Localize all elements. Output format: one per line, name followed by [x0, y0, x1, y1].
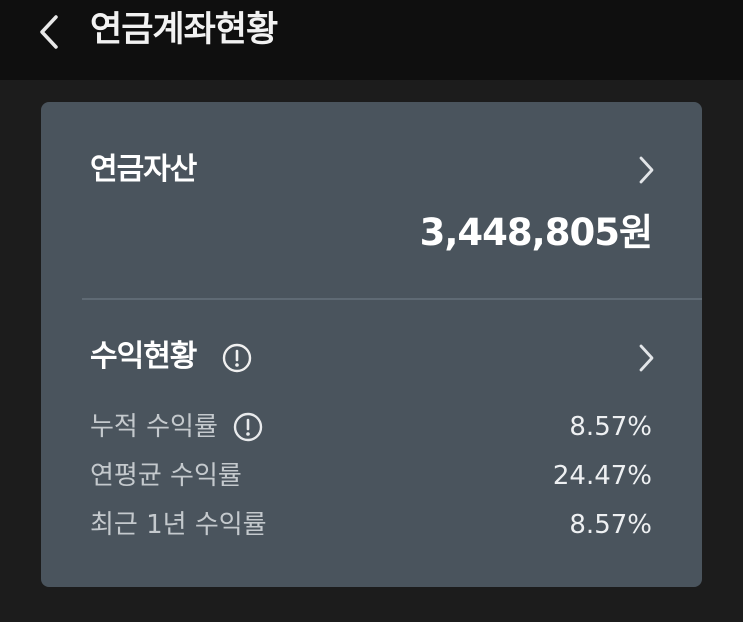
chevron-left-icon: [40, 15, 58, 49]
returns-status-link[interactable]: 수익현황: [41, 332, 702, 382]
chevron-right-icon: [639, 156, 654, 184]
pension-assets-link[interactable]: 연금자산 3,448,805원: [41, 102, 702, 298]
returns-status-title: 수익현황: [90, 339, 197, 374]
back-button[interactable]: [34, 12, 70, 52]
info-circle-icon[interactable]: [221, 342, 253, 374]
annual-average-return-label: 연평균 수익률: [90, 461, 242, 491]
page-title: 연금계좌현황: [90, 10, 278, 50]
pension-assets-amount: 3,448,805원: [419, 211, 653, 254]
last-year-return-value: 8.57%: [569, 510, 652, 540]
top-bar: 연금계좌현황: [0, 0, 743, 80]
cumulative-return-label: 누적 수익률: [90, 412, 218, 442]
last-year-return-label: 최근 1년 수익률: [90, 510, 267, 540]
info-circle-icon[interactable]: [232, 411, 264, 443]
cumulative-return-value: 8.57%: [569, 412, 652, 442]
chevron-right-icon[interactable]: [636, 343, 656, 373]
section-divider: [82, 298, 702, 300]
annual-average-return-value: 24.47%: [552, 461, 652, 491]
pension-card: 연금자산 3,448,805원 수익현황 누적 수익률 8.57% 연평균 수익…: [41, 102, 702, 587]
pension-assets-title: 연금자산: [90, 152, 197, 187]
